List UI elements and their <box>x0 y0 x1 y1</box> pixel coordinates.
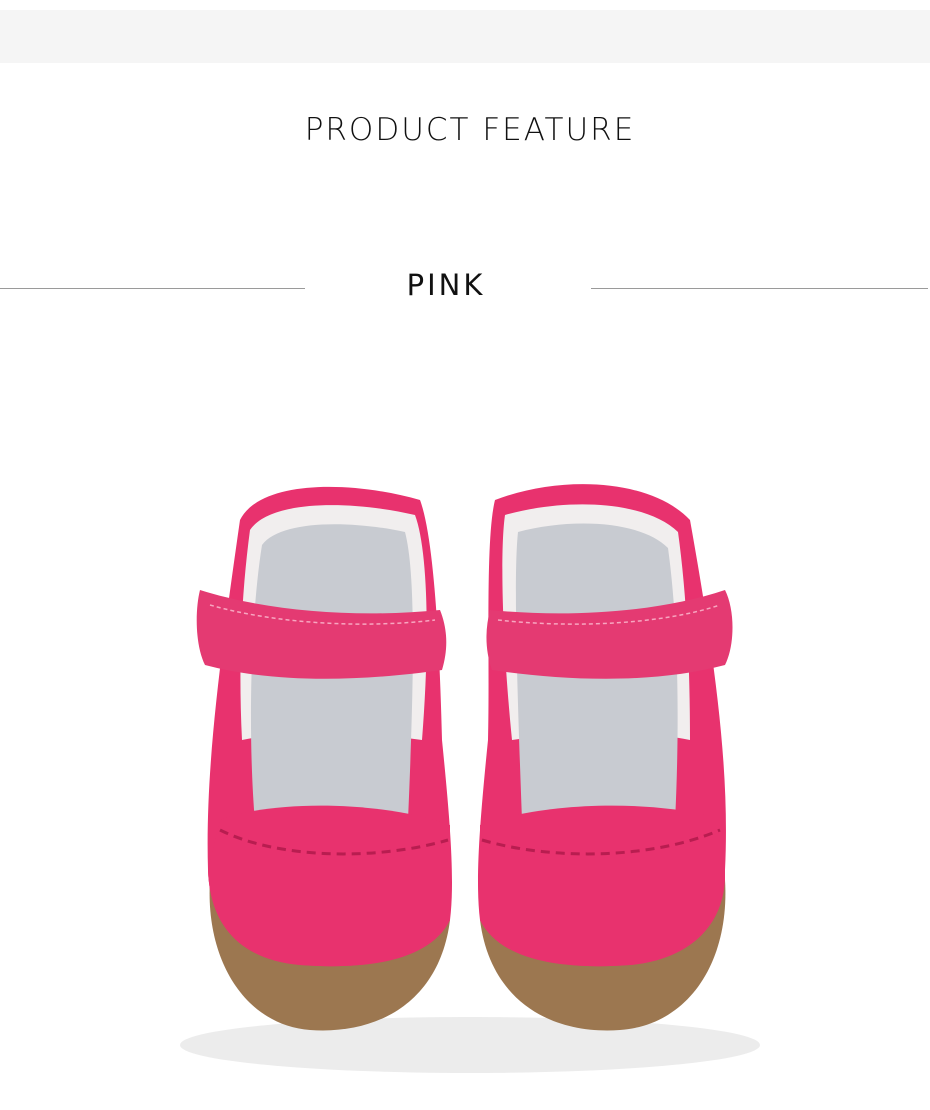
right-shoe <box>477 484 733 1031</box>
top-banner-strip <box>0 10 930 63</box>
product-image <box>180 484 760 1073</box>
color-name-label: PINK <box>406 268 486 302</box>
section-title: PRODUCT FEATURE <box>304 112 636 148</box>
divider-left <box>0 288 305 289</box>
left-shoe <box>196 486 453 1031</box>
divider-right <box>591 288 928 289</box>
